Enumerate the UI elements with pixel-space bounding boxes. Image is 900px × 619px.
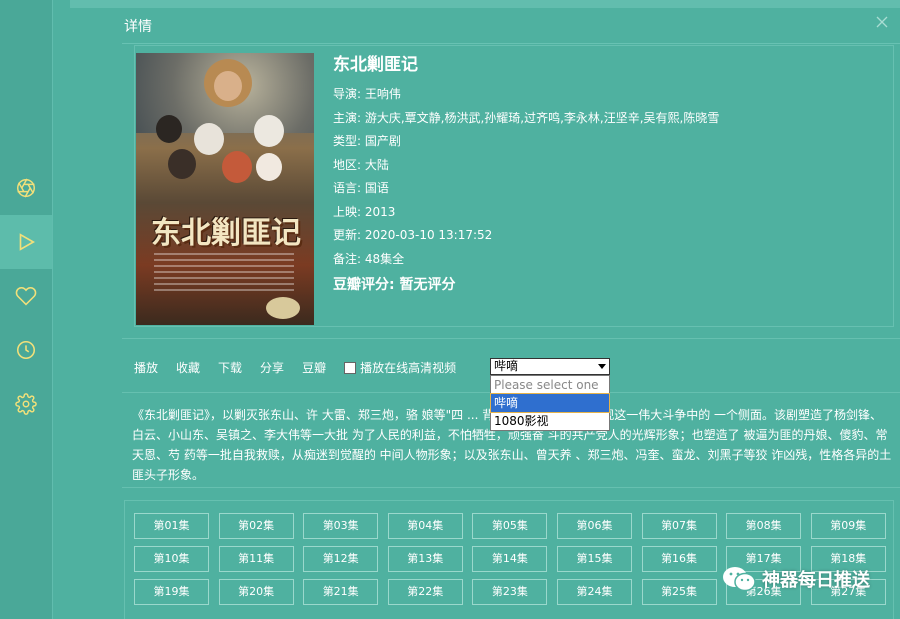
episode-button[interactable]: 第05集: [472, 513, 548, 539]
clock-icon: [16, 340, 36, 360]
episode-button[interactable]: 第01集: [134, 513, 209, 539]
play-icon: [19, 233, 35, 251]
sidebar-item-settings[interactable]: [0, 377, 52, 431]
sidebar: [0, 0, 53, 619]
source-select-value: 哔嘀: [494, 359, 519, 373]
episode-button[interactable]: 第16集: [641, 546, 717, 572]
episode-button[interactable]: 第11集: [218, 546, 294, 572]
wechat-watermark: 神器每日推送: [722, 566, 870, 592]
episode-button[interactable]: 第15集: [556, 546, 632, 572]
sidebar-item-favorites[interactable]: [0, 269, 52, 323]
episode-button[interactable]: 第10集: [134, 546, 209, 572]
chevron-down-icon: [598, 364, 606, 369]
share-button[interactable]: 分享: [260, 359, 284, 376]
episode-button[interactable]: 第06集: [556, 513, 632, 539]
genre-field: 类型: 国产剧: [333, 134, 401, 148]
dialog-top-border: [70, 0, 900, 8]
episode-button[interactable]: 第07集: [641, 513, 717, 539]
episode-button[interactable]: 第25集: [641, 579, 717, 605]
gear-icon: [15, 393, 37, 415]
episode-button[interactable]: 第02集: [218, 513, 294, 539]
source-select[interactable]: 哔嘀: [490, 358, 610, 375]
cast-field: 主演: 游大庆,覃文静,杨洪武,孙耀琦,过齐鸣,李永林,汪坚辛,吴有熙,陈晓雪: [333, 110, 720, 125]
episode-button[interactable]: 第09集: [810, 513, 886, 539]
detail-dialog: 详情 东北剿匪记 东北剿匪记 导演: 王响伟 主演: 游大庆,覃文静,杨洪武,孙…: [70, 0, 900, 619]
episode-button[interactable]: 第14集: [472, 546, 548, 572]
episode-button[interactable]: 第20集: [218, 579, 294, 605]
updated-field: 更新: 2020-03-10 13:17:52: [333, 228, 493, 242]
note-field: 备注: 48集全: [333, 251, 405, 266]
poster-image: 东北剿匪记: [136, 53, 314, 325]
dialog-title: 详情: [124, 19, 152, 35]
sidebar-item-aperture[interactable]: [0, 161, 52, 215]
episode-button[interactable]: 第12集: [303, 546, 379, 572]
watermark-text: 神器每日推送: [762, 570, 870, 591]
movie-info: 东北剿匪记 导演: 王响伟 主演: 游大庆,覃文静,杨洪武,孙耀琦,过齐鸣,李永…: [333, 50, 893, 294]
episode-button[interactable]: 第13集: [387, 546, 463, 572]
close-icon[interactable]: [874, 14, 890, 30]
favorite-button[interactable]: 收藏: [176, 359, 200, 376]
aperture-icon: [17, 178, 35, 198]
source-option-1080[interactable]: 1080影视: [491, 412, 609, 430]
source-option-bidi[interactable]: 哔嘀: [490, 393, 610, 413]
source-dropdown: Please select one 哔嘀 1080影视: [490, 375, 610, 431]
episode-button[interactable]: 第24集: [556, 579, 632, 605]
hd-checkbox-wrapper[interactable]: 播放在线高清视频: [344, 359, 456, 376]
header-divider: [122, 43, 900, 44]
play-button[interactable]: 播放: [134, 359, 158, 376]
hd-checkbox[interactable]: [344, 361, 357, 374]
poster-badge: [266, 297, 300, 319]
poster-title: 东北剿匪记: [151, 216, 301, 251]
episode-button[interactable]: 第19集: [134, 579, 209, 605]
director-field: 导演: 王响伟: [333, 87, 401, 101]
hd-checkbox-label: 播放在线高清视频: [360, 361, 457, 375]
region-field: 地区: 大陆: [333, 157, 389, 172]
episode-button[interactable]: 第08集: [726, 513, 802, 539]
release-field: 上映: 2013: [333, 204, 396, 219]
movie-title: 东北剿匪记: [333, 55, 418, 75]
douban-rating: 豆瓣评分: 暂无评分: [333, 277, 456, 293]
episode-button[interactable]: 第22集: [387, 579, 463, 605]
wechat-icon: [723, 567, 756, 592]
douban-button[interactable]: 豆瓣: [302, 359, 326, 376]
download-button[interactable]: 下载: [218, 359, 242, 376]
actions-divider: [122, 338, 900, 339]
action-bar: 播放 收藏 下载 分享 豆瓣 播放在线高清视频: [134, 359, 478, 376]
episode-button[interactable]: 第03集: [303, 513, 379, 539]
heart-icon: [15, 286, 37, 306]
episode-button[interactable]: 第21集: [303, 579, 379, 605]
language-field: 语言: 国语: [333, 181, 389, 195]
episode-button[interactable]: 第23集: [472, 579, 548, 605]
source-option-placeholder[interactable]: Please select one: [491, 376, 609, 394]
sidebar-item-history[interactable]: [0, 323, 52, 377]
episode-button[interactable]: 第04集: [387, 513, 463, 539]
sidebar-item-play[interactable]: [0, 215, 52, 269]
